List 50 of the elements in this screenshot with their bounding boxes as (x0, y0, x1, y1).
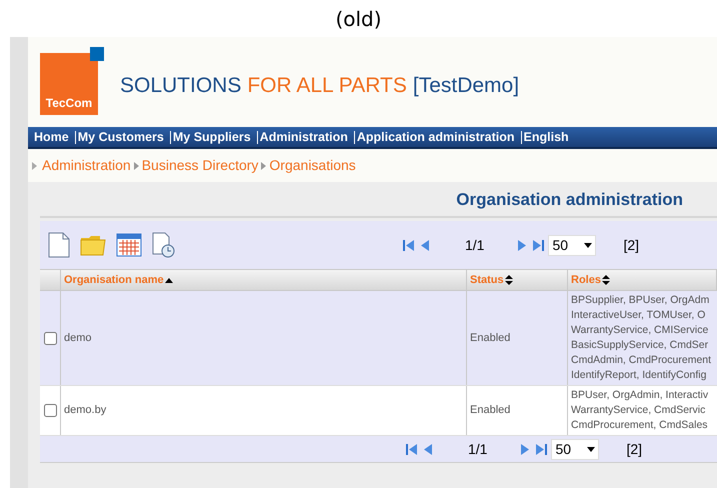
role-list-line: CmdAdmin, CmdProcurement (571, 353, 712, 368)
row-checkbox[interactable] (44, 404, 56, 417)
role-list-line: BPUser, OrgAdmin, Interactiv (571, 388, 710, 403)
breadcrumb-arrow-icon (261, 162, 266, 170)
caret-icon (584, 242, 592, 248)
nav-link[interactable]: My Suppliers (170, 130, 251, 144)
page-size-dropdown[interactable]: 50 (548, 234, 596, 256)
caret-icon (587, 446, 596, 452)
last-page-icon[interactable] (535, 442, 548, 456)
role-list-line: IdentifyReport, IdentifyConfig (571, 368, 708, 383)
table-cell-text: demo (64, 330, 92, 346)
first-page-icon[interactable] (406, 442, 418, 456)
role-list-line: CmdProcurement, CmdSales (571, 418, 709, 433)
role-list-line: WarrantyService, CMIService (571, 323, 710, 338)
record-count: [2] (623, 236, 640, 255)
first-page-icon[interactable] (403, 238, 415, 252)
table-cell-text: Enabled (470, 330, 510, 346)
previous-page-icon[interactable] (421, 238, 429, 252)
nav-link[interactable]: My Customers (74, 130, 164, 144)
breadcrumb-arrow-icon (134, 162, 139, 170)
page-number: 1/1 (468, 440, 488, 458)
document-clock-icon[interactable] (152, 232, 176, 258)
role-list-line: BPSupplier, BPUser, OrgAdm (571, 293, 710, 308)
previous-page-icon[interactable] (424, 442, 432, 456)
table-cell-text: Enabled (470, 403, 510, 418)
calendar-icon[interactable] (116, 233, 142, 257)
role-list-line: WarrantyService, CmdServic (571, 403, 706, 418)
next-page-icon[interactable] (521, 442, 530, 456)
role-list-line: BasicSupplyService, CmdSer (571, 338, 710, 353)
next-page-icon[interactable] (518, 238, 526, 252)
row-checkbox[interactable] (44, 332, 56, 344)
sort-ascending-icon (164, 278, 173, 282)
role-list-line: InteractiveUser, TOMUser, O (571, 308, 706, 323)
nav-link[interactable]: Administration (256, 130, 348, 144)
last-page-icon[interactable] (532, 238, 544, 252)
sort-icon (504, 275, 513, 285)
record-count: [2] (626, 440, 642, 459)
new-document-icon[interactable] (48, 232, 70, 258)
caption: (old) (335, 6, 382, 32)
nav-link[interactable]: English (520, 130, 569, 144)
nav-link[interactable]: Application administration (354, 130, 515, 144)
page-number: 1/1 (465, 236, 484, 254)
page-title: Organisation administration (456, 188, 683, 211)
table-cell-text: demo.by (64, 403, 106, 418)
site-title: SOLUTIONS FOR ALL PARTS [TestDemo] (120, 72, 520, 99)
nav-link[interactable]: Home (34, 128, 69, 146)
sort-icon (602, 275, 610, 285)
page-size-dropdown[interactable]: 50 (551, 438, 600, 460)
logo: TecCom (40, 46, 104, 114)
breadcrumb-arrow-icon (32, 162, 37, 170)
